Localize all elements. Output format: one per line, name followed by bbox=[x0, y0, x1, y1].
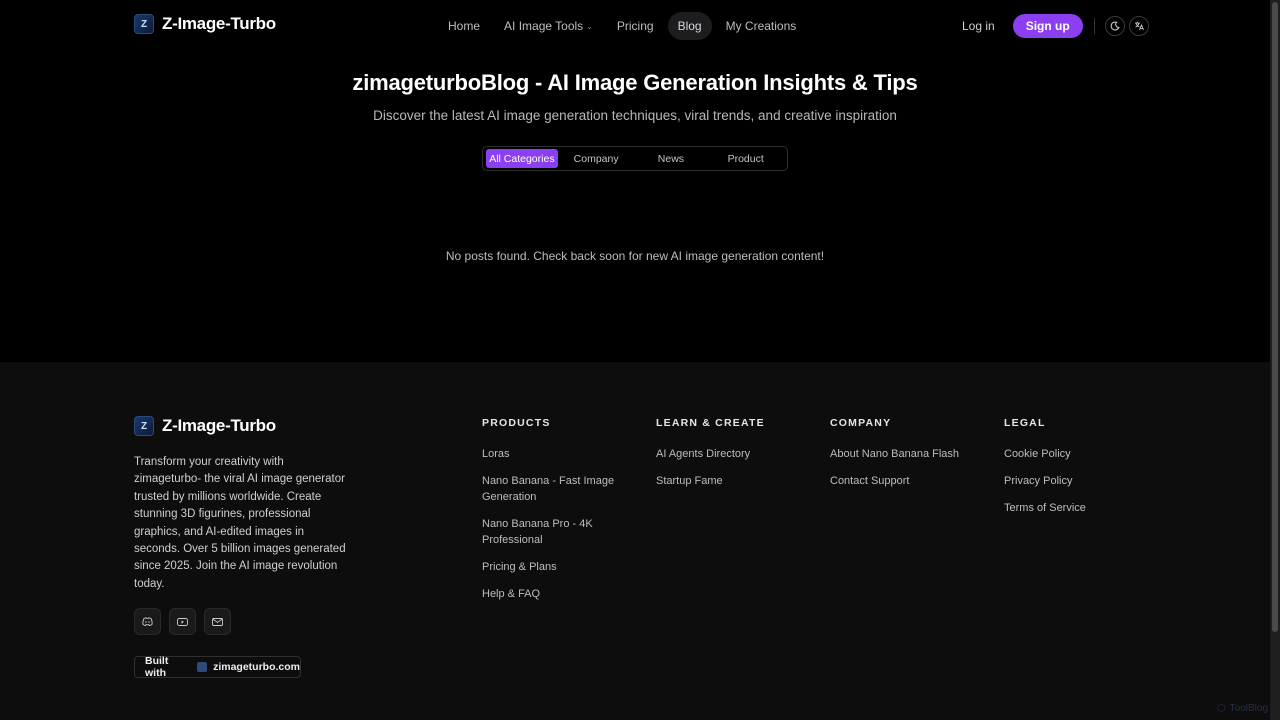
discord-icon[interactable] bbox=[134, 608, 161, 635]
footer-column-products: PRODUCTS Loras Nano Banana - Fast Image … bbox=[482, 417, 622, 613]
footer-link-cookie[interactable]: Cookie Policy bbox=[1004, 446, 1144, 462]
watermark: ⬡ ToolBlog bbox=[1217, 703, 1268, 714]
footer-logo-icon: Z bbox=[134, 416, 154, 436]
footer-link-help[interactable]: Help & FAQ bbox=[482, 586, 622, 602]
brand-logo[interactable]: Z Z-Image-Turbo bbox=[134, 14, 276, 34]
category-tabs: All Categories Company News Product bbox=[482, 146, 788, 171]
header-divider bbox=[1093, 18, 1095, 34]
built-with-label: Built with bbox=[145, 655, 169, 679]
built-with-site: zimageturbo.com bbox=[213, 661, 300, 673]
footer-link-pricing[interactable]: Pricing & Plans bbox=[482, 559, 622, 575]
footer-link-nano-banana[interactable]: Nano Banana - Fast Image Generation bbox=[482, 473, 622, 505]
login-button[interactable]: Log in bbox=[952, 14, 1005, 38]
footer-column-title: COMPANY bbox=[830, 417, 892, 429]
site-header: Z Z-Image-Turbo Home AI Image Tools ⌄ Pr… bbox=[0, 0, 1270, 50]
site-footer: Z Z-Image-Turbo Transform your creativit… bbox=[0, 362, 1270, 720]
footer-link-loras[interactable]: Loras bbox=[482, 446, 622, 462]
footer-brand-logo[interactable]: Z Z-Image-Turbo bbox=[134, 416, 276, 436]
footer-link-startup-fame[interactable]: Startup Fame bbox=[656, 473, 796, 489]
brand-name: Z-Image-Turbo bbox=[162, 14, 276, 33]
nav-blog[interactable]: Blog bbox=[667, 12, 712, 40]
footer-link-privacy[interactable]: Privacy Policy bbox=[1004, 473, 1144, 489]
scrollbar-thumb[interactable] bbox=[1272, 2, 1278, 632]
footer-column-company: COMPANY About Nano Banana Flash Contact … bbox=[830, 417, 970, 500]
translate-icon[interactable] bbox=[1128, 16, 1149, 36]
footer-column-legal: LEGAL Cookie Policy Privacy Policy Terms… bbox=[1004, 417, 1144, 527]
built-with-badge[interactable]: Built with zimageturbo.com bbox=[134, 655, 301, 679]
tab-product[interactable]: Product bbox=[707, 149, 784, 168]
footer-link-contact[interactable]: Contact Support bbox=[830, 473, 970, 489]
footer-column-title: LEARN & CREATE bbox=[656, 417, 765, 429]
footer-description: Transform your creativity with zimagetur… bbox=[134, 456, 346, 590]
youtube-icon[interactable] bbox=[169, 608, 196, 635]
tab-all-categories[interactable]: All Categories bbox=[486, 149, 558, 168]
footer-brand-name: Z-Image-Turbo bbox=[162, 416, 276, 435]
tab-company[interactable]: Company bbox=[558, 149, 635, 168]
watermark-text: ToolBlog bbox=[1229, 703, 1268, 714]
footer-link-nano-banana-pro[interactable]: Nano Banana Pro - 4K Professional bbox=[482, 516, 622, 548]
page-subtitle: Discover the latest AI image generation … bbox=[373, 108, 897, 123]
moon-icon[interactable] bbox=[1104, 16, 1125, 36]
nav-my-creations[interactable]: My Creations bbox=[716, 12, 807, 40]
empty-state-message: No posts found. Check back soon for new … bbox=[445, 249, 825, 263]
page-title: zimageturboBlog - AI Image Generation In… bbox=[352, 70, 918, 95]
nav-pricing[interactable]: Pricing bbox=[607, 12, 664, 40]
nav-home[interactable]: Home bbox=[438, 12, 490, 40]
page-scrollbar[interactable] bbox=[1270, 0, 1280, 720]
signup-button[interactable]: Sign up bbox=[1012, 14, 1083, 38]
social-links bbox=[134, 608, 231, 635]
nav-ai-image-tools-label: AI Image Tools bbox=[504, 19, 584, 33]
tab-news[interactable]: News bbox=[635, 149, 708, 168]
mail-icon[interactable] bbox=[204, 608, 231, 635]
built-with-logo-icon bbox=[197, 662, 208, 672]
logo-icon: Z bbox=[134, 14, 154, 34]
footer-link-ai-agents[interactable]: AI Agents Directory bbox=[656, 446, 796, 462]
footer-column-title: PRODUCTS bbox=[482, 417, 551, 429]
footer-link-about[interactable]: About Nano Banana Flash bbox=[830, 446, 970, 462]
auth-area: Log in Sign up bbox=[952, 14, 1153, 38]
nav-ai-image-tools[interactable]: AI Image Tools ⌄ bbox=[494, 12, 603, 40]
footer-link-terms[interactable]: Terms of Service bbox=[1004, 500, 1144, 516]
footer-column-learn: LEARN & CREATE AI Agents Directory Start… bbox=[656, 417, 796, 500]
footer-column-title: LEGAL bbox=[1004, 417, 1046, 429]
watermark-icon: ⬡ bbox=[1216, 703, 1226, 714]
chevron-down-icon: ⌄ bbox=[586, 21, 593, 31]
main-nav: Home AI Image Tools ⌄ Pricing Blog My Cr… bbox=[438, 12, 806, 40]
